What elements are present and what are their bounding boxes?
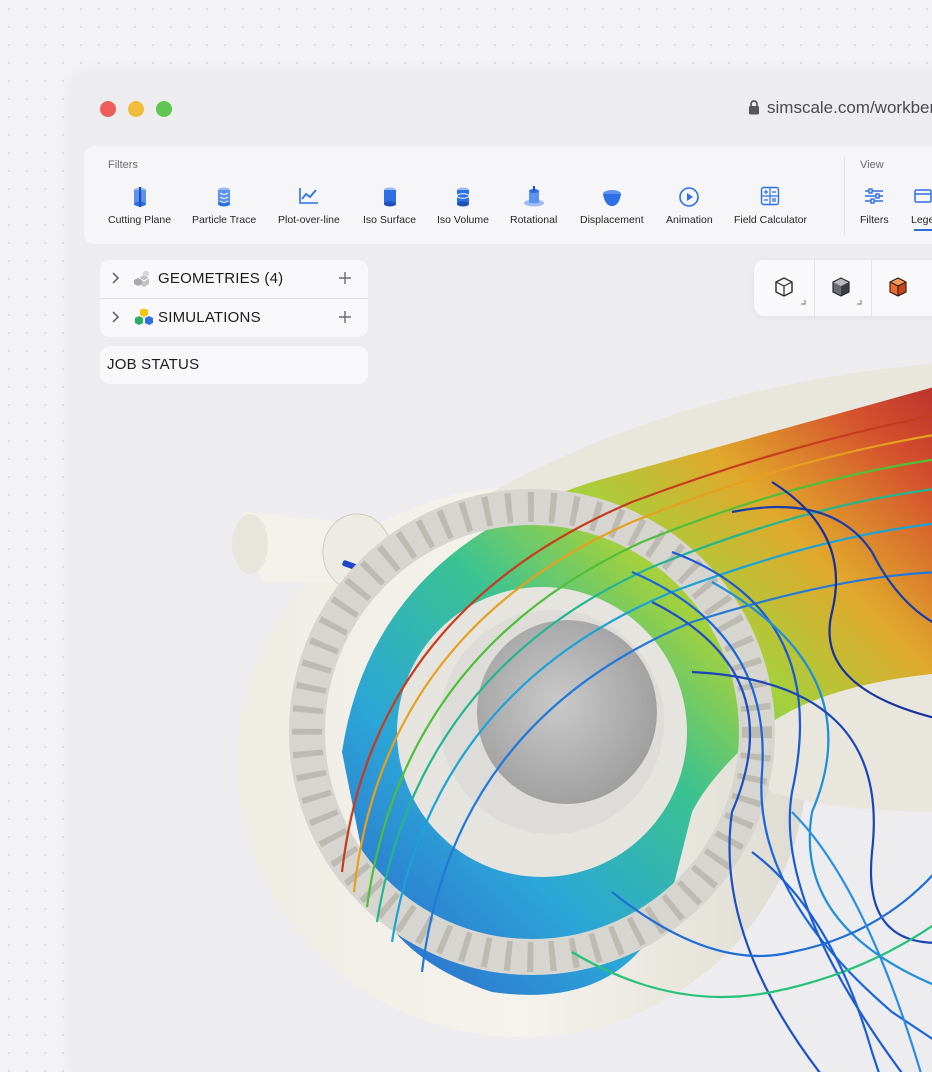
solid-view-button[interactable] <box>815 260 871 316</box>
particle-trace-icon <box>192 186 256 210</box>
sliders-icon <box>860 186 889 210</box>
tool-displacement[interactable]: Displacement <box>580 186 644 226</box>
tool-label: Iso Volume <box>437 214 489 226</box>
address-bar[interactable]: simscale.com/workben <box>748 98 932 120</box>
tool-cutting-plane[interactable]: Cutting Plane <box>108 186 171 226</box>
iso-volume-icon <box>437 186 489 210</box>
field-calculator-icon <box>734 186 807 210</box>
maximize-window-button[interactable] <box>156 101 172 117</box>
tool-label: Particle Trace <box>192 214 257 226</box>
model-tree-panel: GEOMETRIES (4) SIMULATIONS <box>100 260 368 337</box>
iso-surface-icon <box>363 186 416 210</box>
filters-toolbar: Filters View Cutting Plane Particle Trac… <box>84 146 932 244</box>
highlight-view-button[interactable] <box>872 260 928 316</box>
toolbar-separator <box>844 158 845 234</box>
tool-iso-volume[interactable]: Iso Volume <box>437 186 489 226</box>
add-geometry-plus-icon[interactable] <box>338 271 352 289</box>
active-tab-indicator <box>914 229 932 231</box>
animation-icon <box>666 186 713 210</box>
displacement-icon <box>580 186 644 210</box>
tool-label: Field Calculator <box>734 214 807 226</box>
tool-rotational[interactable]: Rotational <box>510 186 557 226</box>
view-cube-toolbar <box>754 260 932 316</box>
tool-label: Filters <box>860 214 889 226</box>
rotational-icon <box>510 186 557 210</box>
job-status-panel[interactable]: JOB STATUS <box>100 346 368 384</box>
chevron-right-icon[interactable] <box>111 310 121 328</box>
tree-row-geometries[interactable]: GEOMETRIES (4) <box>100 260 368 298</box>
view-filters-button[interactable]: Filters <box>860 186 889 226</box>
filters-group-label: Filters <box>108 159 138 171</box>
tool-label: Plot-over-line <box>278 214 340 226</box>
lock-icon <box>748 100 760 120</box>
plot-over-line-icon <box>278 186 340 210</box>
tool-label: Lege <box>911 214 932 226</box>
tool-particle-trace[interactable]: Particle Trace <box>192 186 256 226</box>
tool-animation[interactable]: Animation <box>666 186 713 226</box>
tool-label: Displacement <box>580 214 644 226</box>
simulations-icon <box>134 308 154 331</box>
legend-icon <box>911 186 932 210</box>
close-window-button[interactable] <box>100 101 116 117</box>
view-legend-button[interactable]: Lege <box>911 186 932 226</box>
geometries-label: GEOMETRIES (4) <box>158 270 284 287</box>
solid-cube-icon <box>815 277 871 320</box>
chevron-right-icon[interactable] <box>111 271 121 289</box>
app-window: simscale.com/workben Filters View Cuttin… <box>72 72 932 1072</box>
tool-label: Cutting Plane <box>108 214 172 226</box>
tree-row-simulations[interactable]: SIMULATIONS <box>100 299 368 337</box>
impeller-hub <box>397 587 687 877</box>
tool-plot-over-line[interactable]: Plot-over-line <box>278 186 340 226</box>
job-status-label: JOB STATUS <box>107 356 200 373</box>
tool-label: Rotational <box>510 214 558 226</box>
geometries-icon <box>134 270 154 292</box>
tool-field-calculator[interactable]: Field Calculator <box>734 186 807 226</box>
tool-iso-surface[interactable]: Iso Surface <box>363 186 416 226</box>
title-bar: simscale.com/workben <box>72 72 932 144</box>
simulations-label: SIMULATIONS <box>158 309 261 326</box>
wireframe-view-button[interactable] <box>757 260 813 316</box>
tool-label: Iso Surface <box>363 214 417 226</box>
wireframe-cube-icon <box>757 277 813 320</box>
tool-label: Animation <box>666 214 713 226</box>
url-text: simscale.com/workben <box>767 98 932 117</box>
minimize-window-button[interactable] <box>128 101 144 117</box>
orange-cube-icon <box>872 277 928 320</box>
cutting-plane-icon <box>108 186 171 210</box>
view-group-label: View <box>860 159 884 171</box>
add-simulation-plus-icon[interactable] <box>338 310 352 328</box>
